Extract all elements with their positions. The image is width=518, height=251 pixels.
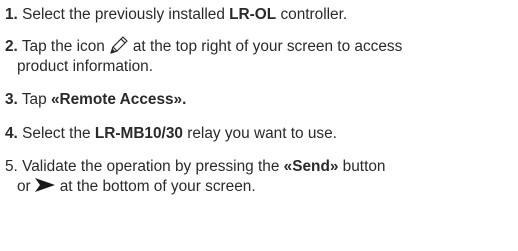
- step-text: relay you want to use.: [182, 125, 337, 142]
- step-text: at the bottom of your screen.: [59, 178, 256, 195]
- step-text: Select the: [22, 125, 95, 142]
- remote-access-label: «Remote Access».: [50, 91, 187, 108]
- controller-name: LR-OL: [229, 6, 277, 23]
- step-5: 5. Validate the operation by pressing th…: [5, 157, 517, 197]
- relay-name: LR-MB10/30: [94, 125, 183, 142]
- step-number: 2.: [5, 38, 18, 55]
- step-text: controller.: [276, 6, 348, 23]
- step-number: 5.: [5, 158, 18, 175]
- step-number: 4.: [5, 125, 18, 142]
- step-number: 1.: [5, 6, 18, 23]
- send-arrow-icon: [34, 178, 55, 193]
- step-text: button: [338, 158, 386, 175]
- step-text: Validate the operation by pressing the: [22, 158, 284, 175]
- step-1: 1. Select the previously installed LR-OL…: [5, 5, 517, 25]
- step-text: Tap the icon: [21, 38, 105, 55]
- step-3: 3. Tap «Remote Access».: [5, 90, 517, 110]
- instruction-steps: 1. Select the previously installed LR-OL…: [5, 5, 517, 197]
- step-number: 3.: [5, 91, 18, 108]
- step-text-continuation: or at the bottom of your screen.: [17, 177, 517, 197]
- step-text: at the top right of your screen to acces…: [132, 38, 403, 55]
- step-text: or: [17, 178, 31, 195]
- step-text: Tap: [21, 91, 51, 108]
- step-text-continuation: product information.: [17, 58, 154, 75]
- step-text: Select the previously installed: [22, 6, 230, 23]
- step-4: 4. Select the LR-MB10/30 relay you want …: [5, 124, 517, 144]
- edit-pen-icon: [108, 34, 130, 56]
- send-label: «Send»: [283, 158, 339, 175]
- step-2: 2. Tap the icon at the top right of your …: [5, 34, 517, 77]
